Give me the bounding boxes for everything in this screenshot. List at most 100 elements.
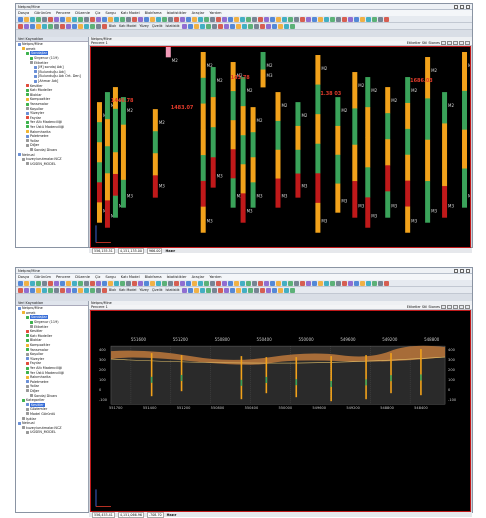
menu-item[interactable]: Dosya — [18, 11, 29, 15]
tool-icon[interactable] — [138, 16, 143, 22]
tool-icon[interactable] — [294, 16, 299, 22]
menu-item[interactable]: Blokfama — [145, 11, 162, 15]
tool-icon[interactable] — [66, 280, 71, 286]
tool-icon[interactable] — [223, 23, 229, 29]
tool-icon[interactable] — [198, 280, 203, 286]
tool-icon[interactable] — [18, 287, 23, 293]
tool-icon[interactable] — [348, 16, 353, 22]
tool-icon[interactable] — [228, 16, 233, 22]
tool-icon[interactable] — [60, 23, 65, 29]
toolbar-dropdown[interactable]: Katı Model — [118, 288, 137, 292]
tool-icon[interactable] — [24, 16, 29, 22]
tool-icon[interactable] — [240, 16, 245, 22]
tool-icon[interactable] — [168, 280, 173, 286]
menu-item[interactable]: İstatistikler — [167, 11, 187, 15]
tool-icon[interactable] — [30, 16, 35, 22]
labels-dropdown-2[interactable]: Etiketler — [407, 305, 421, 309]
tool-icon[interactable] — [96, 23, 101, 29]
tool-icon[interactable] — [259, 23, 265, 29]
tool-icon[interactable] — [234, 16, 239, 22]
tool-icon[interactable] — [204, 280, 209, 286]
tool-icon[interactable] — [72, 16, 77, 22]
tool-icon[interactable] — [300, 16, 305, 22]
toolbar-dropdown[interactable]: Çizelik — [151, 288, 164, 292]
tool-icon[interactable] — [180, 16, 185, 22]
tool-icon[interactable] — [229, 23, 235, 29]
tree-node[interactable]: UGSEN_MODEL — [16, 161, 88, 166]
tool-icon[interactable] — [78, 280, 83, 286]
drillhole-canvas[interactable]: M2 M3 M2 M3 M2 M3 M2 M3 M2 M3 M2 M3 M2 M3 M2 M3 M2 M3 M2 M3… — [90, 43, 474, 249]
tool-icon[interactable] — [234, 280, 239, 286]
tool-icon[interactable] — [265, 287, 271, 293]
tool-icon[interactable] — [282, 280, 287, 286]
tool-icon[interactable] — [108, 280, 113, 286]
menu-item[interactable]: Pencere — [56, 11, 70, 15]
tool-icon[interactable] — [186, 16, 191, 22]
tool-icon[interactable] — [156, 280, 161, 286]
menu-item[interactable]: Sorgu — [105, 275, 115, 279]
tool-icon[interactable] — [30, 287, 35, 293]
tool-icon[interactable] — [288, 280, 293, 286]
tool-icon[interactable] — [108, 16, 113, 22]
tool-icon[interactable] — [162, 16, 167, 22]
tool-icon[interactable] — [90, 23, 95, 29]
tool-icon[interactable] — [162, 280, 167, 286]
toolbar-dropdown[interactable]: Yüzey — [138, 288, 149, 292]
tool-icon[interactable] — [132, 280, 137, 286]
tool-icon[interactable] — [174, 280, 179, 286]
tool-icon[interactable] — [48, 287, 53, 293]
tool-icon[interactable] — [24, 280, 29, 286]
tool-icon[interactable] — [312, 280, 317, 286]
tool-icon[interactable] — [246, 16, 251, 22]
menu-item[interactable]: Sorgu — [105, 11, 115, 15]
tool-icon[interactable] — [54, 280, 59, 286]
minimize-icon[interactable] — [454, 268, 458, 273]
tool-icon[interactable] — [60, 287, 65, 293]
view-btn-1[interactable] — [441, 41, 446, 45]
maximize-icon[interactable] — [460, 268, 464, 273]
tool-icon[interactable] — [271, 23, 277, 29]
tool-icon[interactable] — [60, 280, 65, 286]
toolbar-dropdown[interactable]: Blok — [108, 288, 117, 292]
tool-icon[interactable] — [30, 23, 35, 29]
tool-icon[interactable] — [384, 16, 389, 22]
tool-icon[interactable] — [90, 16, 95, 22]
menu-item[interactable]: Blokfama — [145, 275, 162, 279]
menu-item[interactable]: İstatistikler — [167, 275, 187, 279]
tool-icon[interactable] — [324, 280, 329, 286]
tool-icon[interactable] — [258, 16, 263, 22]
tool-icon[interactable] — [259, 287, 265, 293]
tool-icon[interactable] — [36, 287, 41, 293]
tool-icon[interactable] — [180, 280, 185, 286]
menu-item[interactable]: Düzenle — [75, 275, 90, 279]
tool-icon[interactable] — [48, 16, 53, 22]
tool-icon[interactable] — [186, 280, 191, 286]
tool-icon[interactable] — [205, 23, 211, 29]
view-btn-5[interactable] — [465, 305, 470, 309]
tool-icon[interactable] — [312, 16, 317, 22]
tool-icon[interactable] — [187, 287, 193, 293]
tool-icon[interactable] — [289, 23, 295, 29]
tool-icon[interactable] — [78, 23, 83, 29]
tool-icon[interactable] — [114, 280, 119, 286]
tool-icon[interactable] — [150, 280, 155, 286]
tool-icon[interactable] — [168, 16, 173, 22]
tool-icon[interactable] — [228, 280, 233, 286]
tool-icon[interactable] — [96, 287, 101, 293]
tree-node[interactable]: UGSEN_MODEL — [16, 430, 88, 435]
tool-icon[interactable] — [84, 16, 89, 22]
tool-icon[interactable] — [48, 280, 53, 286]
tool-icon[interactable] — [174, 16, 179, 22]
tool-icon[interactable] — [54, 287, 59, 293]
tool-icon[interactable] — [210, 16, 215, 22]
tool-icon[interactable] — [342, 16, 347, 22]
toolbar-dropdown[interactable]: Katı Model — [118, 24, 137, 28]
tool-icon[interactable] — [114, 16, 119, 22]
tool-icon[interactable] — [18, 23, 23, 29]
tool-icon[interactable] — [247, 23, 253, 29]
view-btn-3[interactable] — [453, 41, 458, 45]
tool-icon[interactable] — [277, 287, 283, 293]
tool-icon[interactable] — [378, 16, 383, 22]
stones-dropdown-2[interactable]: Stones — [428, 305, 440, 309]
stones-dropdown[interactable]: Stones — [428, 41, 440, 45]
